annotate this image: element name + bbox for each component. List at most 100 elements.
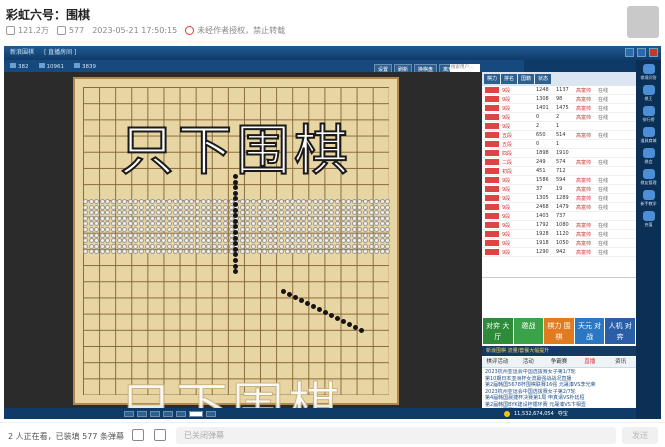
ctrl-2[interactable] [137, 410, 147, 417]
country-flag-icon [485, 177, 499, 183]
player-row[interactable]: 四段 1898 1910 [482, 149, 636, 158]
ctrl-4[interactable] [163, 410, 173, 417]
rightbar-item[interactable]: 新手教学 [636, 190, 661, 207]
video-player[interactable]: 新浪围棋 [ 直播房间 ] 382 10961 3839 设置 刷新 换棋盘 离… [4, 46, 661, 419]
rightbar-label: 棋境问答 [640, 75, 657, 80]
promo-banner[interactable]: 新浪围棋 流量/套餐大幅提升 [482, 346, 636, 356]
video-header: 彩虹六号：围棋 121.2万 577 2023-05-21 17:50:15 未… [0, 0, 665, 44]
side-panel: 棋力 排名 国籍 状态 9段 1248 1137 高富帅 在线 9段 1308 98 高富帅 在线… [482, 72, 636, 419]
player-row[interactable]: 9段 1792 1080 高富帅 在线 [482, 221, 636, 230]
treasure-label[interactable]: 夺宝 [558, 410, 568, 417]
rightbar-item[interactable]: 充值 [636, 211, 661, 228]
news-tab-3[interactable]: 直播 [574, 357, 605, 367]
rightbar-icon [642, 148, 655, 158]
window-controls [625, 48, 658, 57]
news-tab-0[interactable]: 棋评活动 [482, 357, 513, 367]
ctrl-7[interactable] [206, 410, 216, 417]
rightbar-item[interactable]: 棋境问答 [636, 64, 661, 81]
hall-button[interactable]: 对弈 大厅 [483, 318, 513, 344]
news-tab-1[interactable]: 活动 [513, 357, 544, 367]
coins: 11,532,674,054 [514, 410, 554, 417]
player-status: 在线 [598, 249, 609, 256]
rightbar-label: 充值 [644, 222, 653, 227]
player-row[interactable]: 9段 1928 1120 高富帅 在线 [482, 230, 636, 239]
player-games: 514 [556, 132, 566, 138]
rightbar-item[interactable]: 棋友管理 [636, 169, 661, 186]
rightbar-item[interactable]: 道具商城 [636, 127, 661, 144]
player-row[interactable]: 9段 1918 1050 高富帅 在线 [482, 239, 636, 248]
publish-date: 2023-05-21 17:50:15 [92, 26, 178, 35]
country-flag-icon [485, 249, 499, 255]
player-row[interactable]: 9段 1305 1289 高富帅 在线 [482, 194, 636, 203]
player-row[interactable]: 五段 650 514 高富帅 在线 [482, 131, 636, 140]
player-status: 在线 [598, 186, 609, 193]
maximize-icon[interactable] [637, 48, 646, 57]
tab-rank[interactable]: 棋力 [484, 74, 501, 84]
ctrl-5[interactable] [176, 410, 186, 417]
ai-button[interactable]: 人机 对弈 [605, 318, 635, 344]
player-status: 在线 [598, 159, 609, 166]
country-flag-icon [485, 123, 499, 129]
rightbar-icon [642, 211, 655, 221]
country-flag-icon [485, 114, 499, 120]
home-icon [10, 62, 16, 68]
player-score: 1792 [536, 222, 549, 228]
ctrl-3[interactable] [150, 410, 160, 417]
player-rank: 初段 [502, 168, 513, 175]
send-button[interactable]: 发送 [622, 427, 658, 444]
danmaku-bar: 2 人正在看，已装填 577 条弹幕 已关闭弹幕 发送 [0, 422, 665, 447]
danmaku-input[interactable]: 已关闭弹幕 [176, 427, 616, 444]
close-icon[interactable] [649, 48, 658, 57]
player-row[interactable]: 9段 37 19 高富帅 在线 [482, 185, 636, 194]
player-rank: 9段 [502, 231, 511, 238]
views: 121.2万 [6, 25, 49, 36]
news-tab-4[interactable]: 资讯 [605, 357, 636, 367]
avatar[interactable] [627, 6, 659, 38]
player-games: 1289 [556, 195, 569, 201]
player-row[interactable]: 五段 0 1 [482, 140, 636, 149]
rightbar-item[interactable]: 排行榜 [636, 106, 661, 123]
rated-button[interactable]: 棋力 围棋 [544, 318, 574, 344]
news-tab-2[interactable]: 争霸赛 [544, 357, 575, 367]
rightbar-label: 道具商城 [640, 138, 657, 143]
player-tag: 高富帅 [576, 240, 592, 247]
tab-country[interactable]: 国籍 [518, 74, 535, 84]
player-score: 1401 [536, 105, 549, 111]
player-games: 942 [556, 249, 566, 255]
player-row[interactable]: 9段 2468 1479 高富帅 在线 [482, 203, 636, 212]
player-games: 2 [556, 114, 560, 120]
player-row[interactable]: 9段 0 2 高富帅 在线 [482, 113, 636, 122]
rightbar-label: 棋友管理 [640, 180, 657, 185]
player-row[interactable]: 初段 451 712 [482, 167, 636, 176]
search-input[interactable]: 搜索用户... [450, 64, 480, 72]
player-row[interactable]: 9段 1290 942 高富帅 在线 [482, 248, 636, 257]
player-rank: 二段 [502, 159, 513, 166]
challenge-button[interactable]: 邀战 [513, 318, 544, 344]
news-list: 2023杭州亚运会中国选拔赛女子第1/7轮 第10期日本亚洲杯女流最强战战况直播第… [482, 369, 636, 409]
player-row[interactable]: 9段 1586 594 高富帅 在线 [482, 176, 636, 185]
video-title: 彩虹六号：围棋 [6, 8, 91, 22]
player-tag: 高富帅 [576, 204, 592, 211]
board-controls [4, 408, 482, 419]
ctrl-1[interactable] [124, 410, 134, 417]
player-games: 737 [556, 213, 566, 219]
player-score: 1898 [536, 150, 549, 156]
player-row[interactable]: 9段 2 1 [482, 122, 636, 131]
player-row[interactable]: 9段 1308 98 高富帅 在线 [482, 95, 636, 104]
minimize-icon[interactable] [625, 48, 634, 57]
rightbar-item[interactable]: 棋王 [636, 85, 661, 102]
danmaku-toggle-icon[interactable] [132, 429, 144, 441]
tab-order[interactable]: 排名 [501, 74, 518, 84]
ctrl-6[interactable] [189, 410, 203, 417]
rightbar-icon [642, 64, 655, 74]
tab-status[interactable]: 状态 [535, 74, 552, 84]
player-score: 1305 [536, 195, 549, 201]
country-flag-icon [485, 105, 499, 111]
rightbar-item[interactable]: 棋会 [636, 148, 661, 165]
player-row[interactable]: 9段 1403 737 [482, 212, 636, 221]
tianyuan-button[interactable]: 天元 对战 [574, 318, 605, 344]
player-row[interactable]: 9段 1248 1137 高富帅 在线 [482, 86, 636, 95]
player-row[interactable]: 9段 1401 1475 高富帅 在线 [482, 104, 636, 113]
danmaku-settings-icon[interactable] [154, 429, 166, 441]
player-row[interactable]: 二段 249 574 高富帅 在线 [482, 158, 636, 167]
